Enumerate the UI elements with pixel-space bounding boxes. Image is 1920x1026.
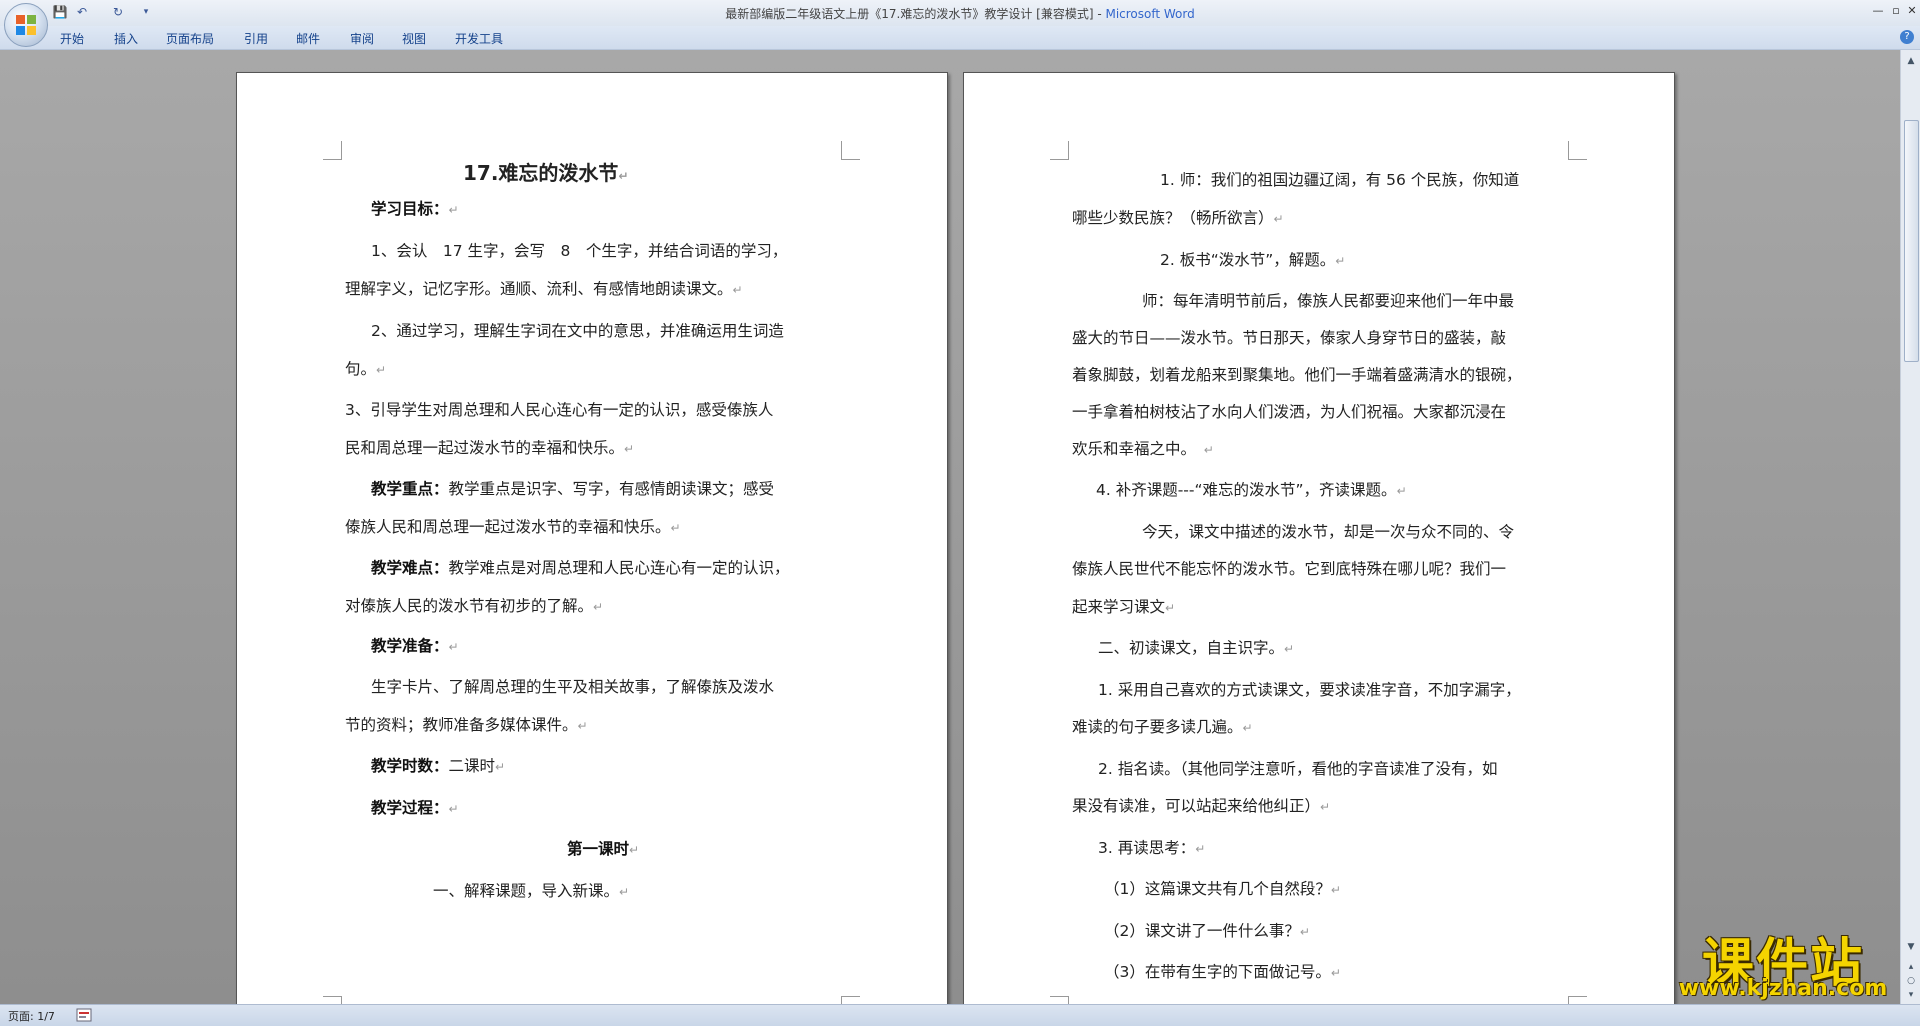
paragraph-mark: ↵ (618, 169, 629, 183)
text-line: 句。↵ (345, 360, 387, 378)
text-line: 着象脚鼓，划着龙船来到聚集地。他们一手端着盛满清水的银碗， (1072, 366, 1522, 384)
tab-references[interactable]: 引用 (244, 30, 268, 47)
tab-insert[interactable]: 插入 (114, 30, 138, 47)
crop-mark (1050, 141, 1069, 160)
text-line: 3. 再读思考：↵ (1098, 839, 1206, 857)
status-bar: 页面: 1/7 (0, 1004, 1920, 1026)
text-line: 哪些少数民族？（畅所欲言）↵ (1072, 209, 1284, 227)
tab-page-layout[interactable]: 页面布局 (166, 30, 214, 47)
text-line: 节的资料；教师准备多媒体课件。↵ (345, 716, 588, 734)
text-line: 欢乐和幸福之中。 ↵ (1072, 440, 1214, 458)
text-line: 盛大的节日——泼水节。节日那天，傣家人身穿节日的盛装，敲 (1072, 329, 1507, 347)
text-line: 对傣族人民的泼水节有初步的了解。↵ (345, 597, 604, 615)
page-1[interactable]: 17.难忘的泼水节↵ 学习目标：↵ 1、会认 17 生字，会写 8 个生字，并结… (236, 72, 948, 1004)
text-line: 1. 采用自己喜欢的方式读课文，要求读准字音，不加字漏字， (1098, 681, 1521, 699)
text-line: 一手拿着柏树枝沾了水向人们泼洒，为人们祝福。大家都沉浸在 (1072, 403, 1507, 421)
section-heading: 第一课时↵ (567, 840, 640, 858)
text-line: 教学准备：↵ (371, 637, 459, 655)
tab-mailings[interactable]: 邮件 (296, 30, 320, 47)
text-line: 民和周总理一起过泼水节的幸福和快乐。↵ (345, 439, 635, 457)
text-line: 教学难点：教学难点是对周总理和人民心连心有一定的认识， (371, 559, 790, 577)
text-line: 二、初读课文，自主识字。↵ (1098, 639, 1295, 657)
text-line: 2. 指名读。（其他同学注意听，看他的字音读准了没有，如 (1098, 760, 1498, 778)
page-2[interactable]: 1. 师：我们的祖国边疆辽阔，有 56 个民族，你知道 哪些少数民族？（畅所欲言… (963, 72, 1675, 1004)
page-count[interactable]: 页面: 1/7 (8, 1008, 55, 1024)
window-title: 最新部编版二年级语文上册《17.难忘的泼水节》教学设计 [兼容模式] - Mic… (0, 5, 1920, 22)
document-title: 最新部编版二年级语文上册《17.难忘的泼水节》教学设计 [兼容模式] - (725, 7, 1106, 21)
text-line: 教学重点：教学重点是识字、写字，有感情朗读课文；感受 (371, 480, 775, 498)
text-line: 2、通过学习，理解生字词在文中的意思，并准确运用生词造 (371, 322, 784, 340)
tab-home[interactable]: 开始 (60, 30, 84, 47)
crop-mark (1568, 996, 1587, 1004)
ribbon-tab-bar: 开始 插入 页面布局 引用 邮件 审阅 视图 开发工具 ? (0, 26, 1920, 50)
text-line: 难读的句子要多读几遍。↵ (1072, 718, 1253, 736)
text-line: 学习目标：↵ (371, 200, 459, 218)
text-line: 教学时数：二课时↵ (371, 757, 506, 775)
document-area[interactable]: 17.难忘的泼水节↵ 学习目标：↵ 1、会认 17 生字，会写 8 个生字，并结… (0, 50, 1900, 1004)
tab-view[interactable]: 视图 (402, 30, 426, 47)
crop-mark (841, 141, 860, 160)
text-line: 师：每年清明节前后，傣族人民都要迎来他们一年中最 (1142, 292, 1515, 310)
text-line: 今天，课文中描述的泼水节，却是一次与众不同的、令 (1142, 523, 1515, 541)
help-icon[interactable]: ? (1900, 30, 1914, 44)
crop-mark (323, 141, 342, 160)
text-line: （1）这篇课文共有几个自然段？↵ (1104, 880, 1341, 898)
office-logo-icon (16, 15, 36, 35)
text-line: 果没有读准，可以站起来给他纠正）↵ (1072, 797, 1331, 815)
scroll-thumb[interactable] (1904, 120, 1919, 362)
crop-mark (1568, 141, 1587, 160)
text-line: 2. 板书“泼水节”，解题。↵ (1160, 251, 1346, 269)
text-line: 傣族人民和周总理一起过泼水节的幸福和快乐。↵ (345, 518, 681, 536)
text-line: 4. 补齐课题---“难忘的泼水节”，齐读课题。↵ (1096, 481, 1407, 499)
text-line: （3）在带有生字的下面做记号。↵ (1104, 963, 1341, 981)
watermark-url: www.kjzhan.com (1678, 976, 1888, 1001)
title-bar: 💾 ↶ ↻ ▾ 最新部编版二年级语文上册《17.难忘的泼水节》教学设计 [兼容模… (0, 0, 1920, 27)
watermark-logo: 课件站 www.kjzhan.com (1668, 921, 1908, 1003)
text-line: 起来学习课文↵ (1072, 598, 1176, 616)
minimize-button[interactable]: — (1868, 2, 1888, 20)
text-line: （2）课文讲了一件什么事？↵ (1104, 922, 1310, 940)
crop-mark (323, 996, 342, 1004)
text-line: 一、解释课题，导入新课。↵ (433, 882, 630, 900)
crop-mark (1050, 996, 1069, 1004)
page-title: 17.难忘的泼水节↵ (463, 161, 629, 185)
text-line: 1. 师：我们的祖国边疆辽阔，有 56 个民族，你知道 (1160, 171, 1520, 189)
text-line: 生字卡片、了解周总理的生平及相关故事，了解傣族及泼水 (371, 678, 775, 696)
office-button[interactable] (4, 3, 48, 47)
text-line: 1、会认 17 生字，会写 8 个生字，并结合词语的学习， (371, 242, 788, 260)
tab-review[interactable]: 审阅 (350, 30, 374, 47)
text-line: 傣族人民世代不能忘怀的泼水节。它到底特殊在哪儿呢？我们一 (1072, 560, 1507, 578)
app-name: Microsoft Word (1105, 7, 1195, 21)
scroll-up-icon[interactable]: ▲ (1904, 54, 1918, 68)
vertical-scrollbar[interactable]: ▲ ▼ ▴ ○ ▾ (1900, 50, 1920, 1004)
crop-mark (841, 996, 860, 1004)
proofing-icon[interactable] (76, 1008, 92, 1022)
close-button[interactable]: ✕ (1902, 2, 1920, 20)
text-line: 3、引导学生对周总理和人民心连心有一定的认识，感受傣族人 (345, 401, 774, 419)
tab-developer[interactable]: 开发工具 (455, 30, 503, 47)
text-line: 理解字义，记忆字形。通顺、流利、有感情地朗读课文。↵ (345, 280, 743, 298)
text-line: 教学过程：↵ (371, 799, 459, 817)
